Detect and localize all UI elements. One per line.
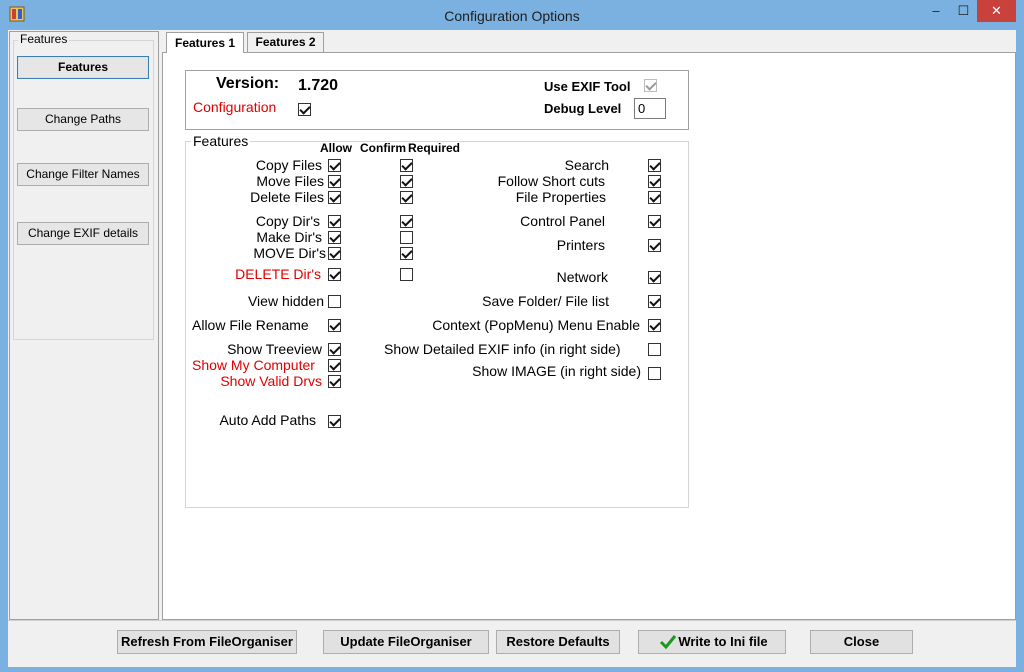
move-dirs-allow-checkbox[interactable] [328, 247, 341, 260]
version-label: Version: [216, 75, 280, 92]
features-group-label: Features [191, 133, 251, 149]
view-hidden-label: View hidden [247, 293, 324, 309]
use-exif-tool-checkbox[interactable] [644, 79, 657, 92]
search-label: Search [564, 157, 609, 173]
update-fileorganiser-button[interactable]: Update FileOrganiser [323, 630, 489, 654]
network-checkbox[interactable] [648, 271, 661, 284]
left-group-label: Features [18, 32, 70, 46]
minimize-button[interactable]: – [922, 0, 950, 22]
save-folder-file-list-checkbox[interactable] [648, 295, 661, 308]
change-paths-button[interactable]: Change Paths [17, 108, 149, 131]
copy-dirs-label: Copy Dir's [255, 213, 320, 229]
move-files-label: Move Files [256, 173, 324, 189]
allow-column-header: Allow [320, 141, 352, 155]
printers-label: Printers [556, 237, 605, 253]
show-valid-drvs-label: Show Valid Drvs [220, 373, 322, 389]
move-dirs-label: MOVE Dir's [253, 245, 326, 261]
copy-files-allow-checkbox[interactable] [328, 159, 341, 172]
window-title: Configuration Options [444, 8, 580, 24]
printers-checkbox[interactable] [648, 239, 661, 252]
control-panel-checkbox[interactable] [648, 215, 661, 228]
auto-add-paths-checkbox[interactable] [328, 415, 341, 428]
show-treeview-checkbox[interactable] [328, 343, 341, 356]
use-exif-tool-label: Use EXIF Tool [544, 79, 631, 94]
checkmark-icon [659, 635, 677, 650]
show-detailed-exif-checkbox[interactable] [648, 343, 661, 356]
refresh-from-fileorganiser-button[interactable]: Refresh From FileOrganiser [117, 630, 297, 654]
write-to-ini-file-button[interactable]: Write to Ini file [638, 630, 786, 654]
move-files-allow-checkbox[interactable] [328, 175, 341, 188]
configuration-window: Configuration Options – ☐ ✕ Features Fea… [0, 0, 1024, 672]
make-dirs-label: Make Dir's [256, 229, 322, 245]
auto-add-paths-label: Auto Add Paths [219, 412, 316, 428]
features-nav-button[interactable]: Features [17, 56, 149, 79]
context-menu-enable-checkbox[interactable] [648, 319, 661, 332]
title-bar[interactable]: Configuration Options – ☐ ✕ [0, 0, 1024, 30]
follow-short-cuts-checkbox[interactable] [648, 175, 661, 188]
show-valid-drvs-checkbox[interactable] [328, 375, 341, 388]
show-treeview-label: Show Treeview [227, 341, 322, 357]
context-menu-enable-label: Context (PopMenu) Menu Enable [432, 317, 640, 333]
follow-short-cuts-label: Follow Short cuts [497, 173, 605, 189]
restore-defaults-button[interactable]: Restore Defaults [496, 630, 620, 654]
show-detailed-exif-label: Show Detailed EXIF info (in right side) [384, 341, 621, 357]
file-properties-checkbox[interactable] [648, 191, 661, 204]
show-image-label: Show IMAGE (in right side) [472, 363, 641, 379]
delete-files-label: Delete Files [250, 189, 324, 205]
allow-file-rename-label: Allow File Rename [192, 317, 309, 333]
tab-features-1[interactable]: Features 1 [166, 32, 244, 53]
save-folder-file-list-label: Save Folder/ File list [482, 293, 609, 309]
show-image-checkbox[interactable] [648, 367, 661, 380]
delete-dirs-label: DELETE Dir's [235, 266, 321, 282]
search-checkbox[interactable] [648, 159, 661, 172]
file-properties-label: File Properties [515, 189, 606, 205]
version-value: 1.720 [298, 77, 339, 94]
maximize-button[interactable]: ☐ [950, 0, 977, 22]
tab-features-2[interactable]: Features 2 [247, 32, 324, 52]
copy-dirs-allow-checkbox[interactable] [328, 215, 341, 228]
left-panel: Features Features Change Paths Change Fi… [9, 31, 159, 620]
window-frame-right [1016, 30, 1024, 672]
change-exif-details-button[interactable]: Change EXIF details [17, 222, 149, 245]
allow-file-rename-checkbox[interactable] [328, 319, 341, 332]
close-button[interactable]: Close [810, 630, 913, 654]
network-label: Network [556, 269, 608, 285]
show-my-computer-checkbox[interactable] [328, 359, 341, 372]
show-my-computer-label: Show My Computer [192, 357, 315, 373]
left-groupbox [13, 40, 154, 340]
confirm-column-header: Confirm [360, 141, 406, 155]
configuration-checkbox[interactable] [298, 103, 311, 116]
debug-level-label: Debug Level [544, 101, 622, 116]
view-hidden-checkbox[interactable] [328, 295, 341, 308]
close-window-button[interactable]: ✕ [977, 0, 1016, 22]
change-filter-names-button[interactable]: Change Filter Names [17, 163, 149, 186]
make-dirs-allow-checkbox[interactable] [328, 231, 341, 244]
debug-level-field[interactable]: 0 [634, 98, 666, 119]
write-to-ini-file-label: Write to Ini file [678, 634, 768, 649]
delete-files-allow-checkbox[interactable] [328, 191, 341, 204]
control-panel-label: Control Panel [520, 213, 605, 229]
window-frame-left [0, 30, 8, 672]
delete-dirs-allow-checkbox[interactable] [328, 268, 341, 281]
configuration-label: Configuration [193, 99, 277, 115]
required-column-header: Required [408, 141, 461, 155]
copy-files-label: Copy Files [255, 157, 322, 173]
